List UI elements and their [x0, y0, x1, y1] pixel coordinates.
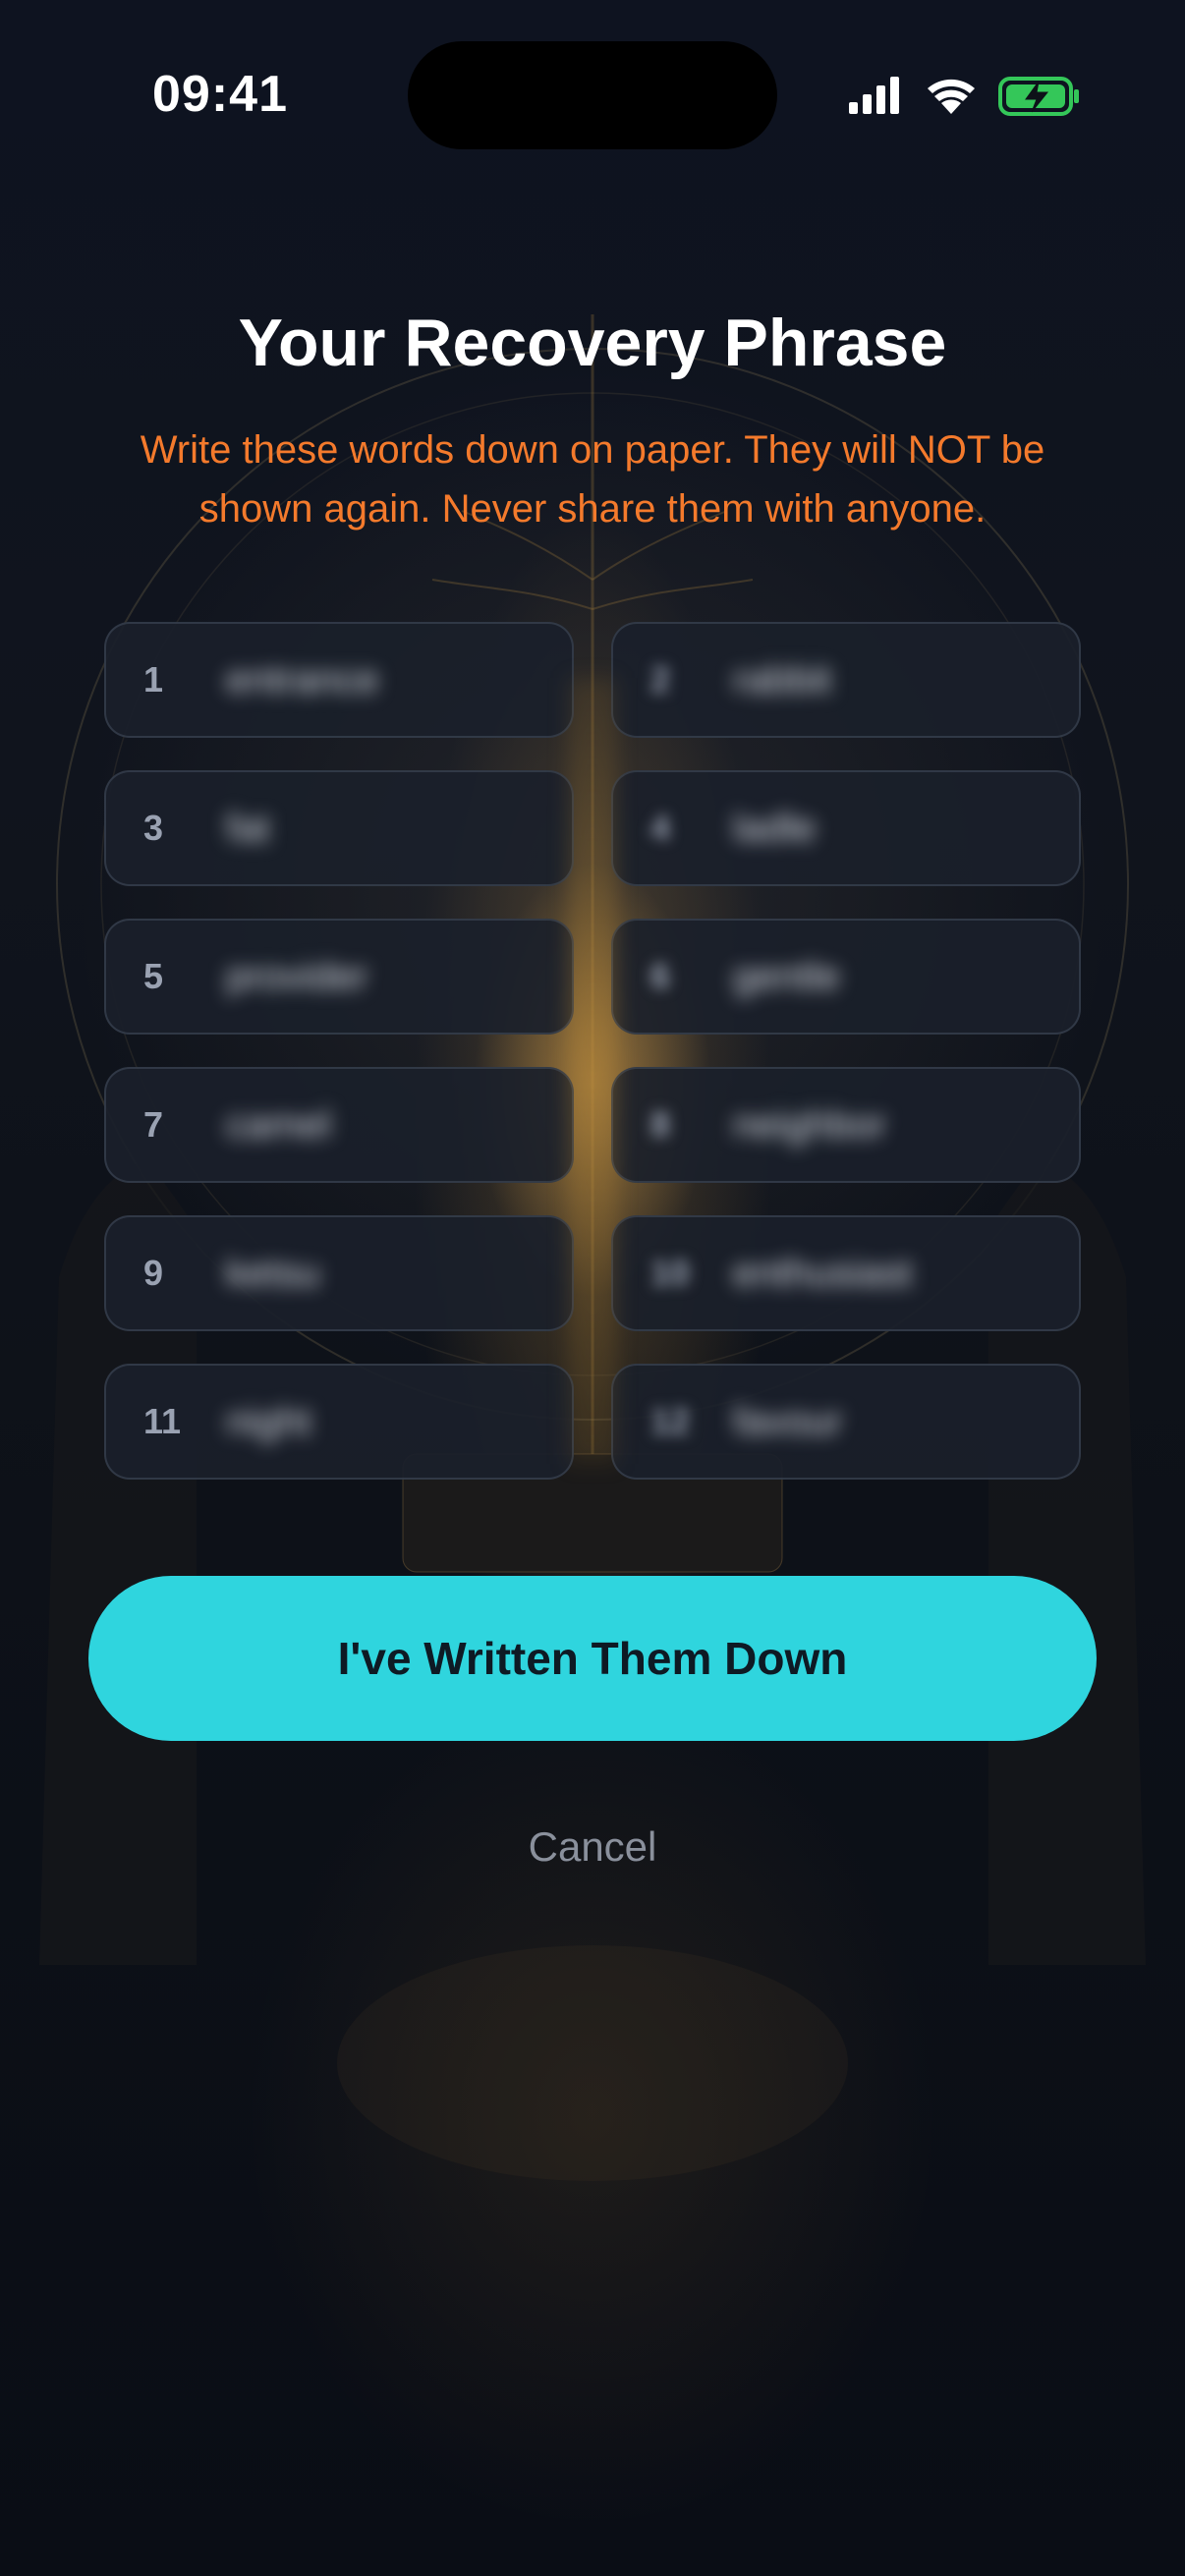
- cellular-signal-icon: [849, 77, 899, 114]
- word-number: 12: [650, 1401, 691, 1441]
- status-time: 09:41: [152, 66, 288, 123]
- word-card: 9 ketsu: [104, 1215, 574, 1331]
- word-text: gentle: [733, 955, 840, 998]
- center-glow: [568, 678, 617, 1464]
- word-number: 3: [143, 808, 164, 848]
- word-text: entrance: [226, 658, 379, 701]
- confirm-written-button[interactable]: I've Written Them Down: [88, 1576, 1097, 1741]
- word-number: 10: [650, 1253, 691, 1293]
- word-text: night: [226, 1400, 311, 1443]
- recovery-phrase-screen: 09:41 Your Recovery Phrase Write these w…: [0, 0, 1185, 2576]
- word-text: enthusiast: [733, 1252, 913, 1295]
- page-title: Your Recovery Phrase: [238, 306, 947, 380]
- word-number: 1: [143, 659, 164, 700]
- word-number: 8: [650, 1104, 671, 1145]
- word-text: rabbit: [733, 658, 832, 701]
- word-number: 6: [650, 956, 671, 996]
- word-text: ladle: [733, 807, 817, 850]
- word-text: ketsu: [226, 1252, 320, 1295]
- word-number: 7: [143, 1104, 164, 1145]
- word-number: 9: [143, 1253, 164, 1293]
- word-number: 2: [650, 659, 671, 700]
- word-text: camel: [226, 1103, 331, 1147]
- word-number: 11: [143, 1401, 182, 1441]
- word-card: 1 entrance: [104, 622, 574, 738]
- word-card: 3 fat: [104, 770, 574, 886]
- status-icons: [849, 77, 1079, 116]
- word-card: 11 night: [104, 1364, 574, 1480]
- word-text: fat: [226, 807, 270, 850]
- word-text: provider: [226, 955, 368, 998]
- word-card: 7 camel: [104, 1067, 574, 1183]
- word-card: 8 neighbor: [611, 1067, 1081, 1183]
- word-number: 5: [143, 956, 164, 996]
- battery-charging-icon: [998, 77, 1079, 116]
- word-card: 5 provider: [104, 919, 574, 1035]
- wifi-icon: [928, 79, 975, 114]
- word-number: 4: [650, 808, 671, 848]
- word-card: 10 enthusiast: [611, 1215, 1081, 1331]
- word-card: 6 gentle: [611, 919, 1081, 1035]
- word-card: 2 rabbit: [611, 622, 1081, 738]
- word-text: favour: [733, 1400, 843, 1443]
- cancel-button[interactable]: Cancel: [445, 1816, 740, 1878]
- word-text: neighbor: [733, 1103, 886, 1147]
- word-card: 4 ladle: [611, 770, 1081, 886]
- security-warning: Write these words down on paper. They wi…: [140, 428, 1045, 531]
- word-card: 12 favour: [611, 1364, 1081, 1480]
- dynamic-island: [408, 41, 777, 149]
